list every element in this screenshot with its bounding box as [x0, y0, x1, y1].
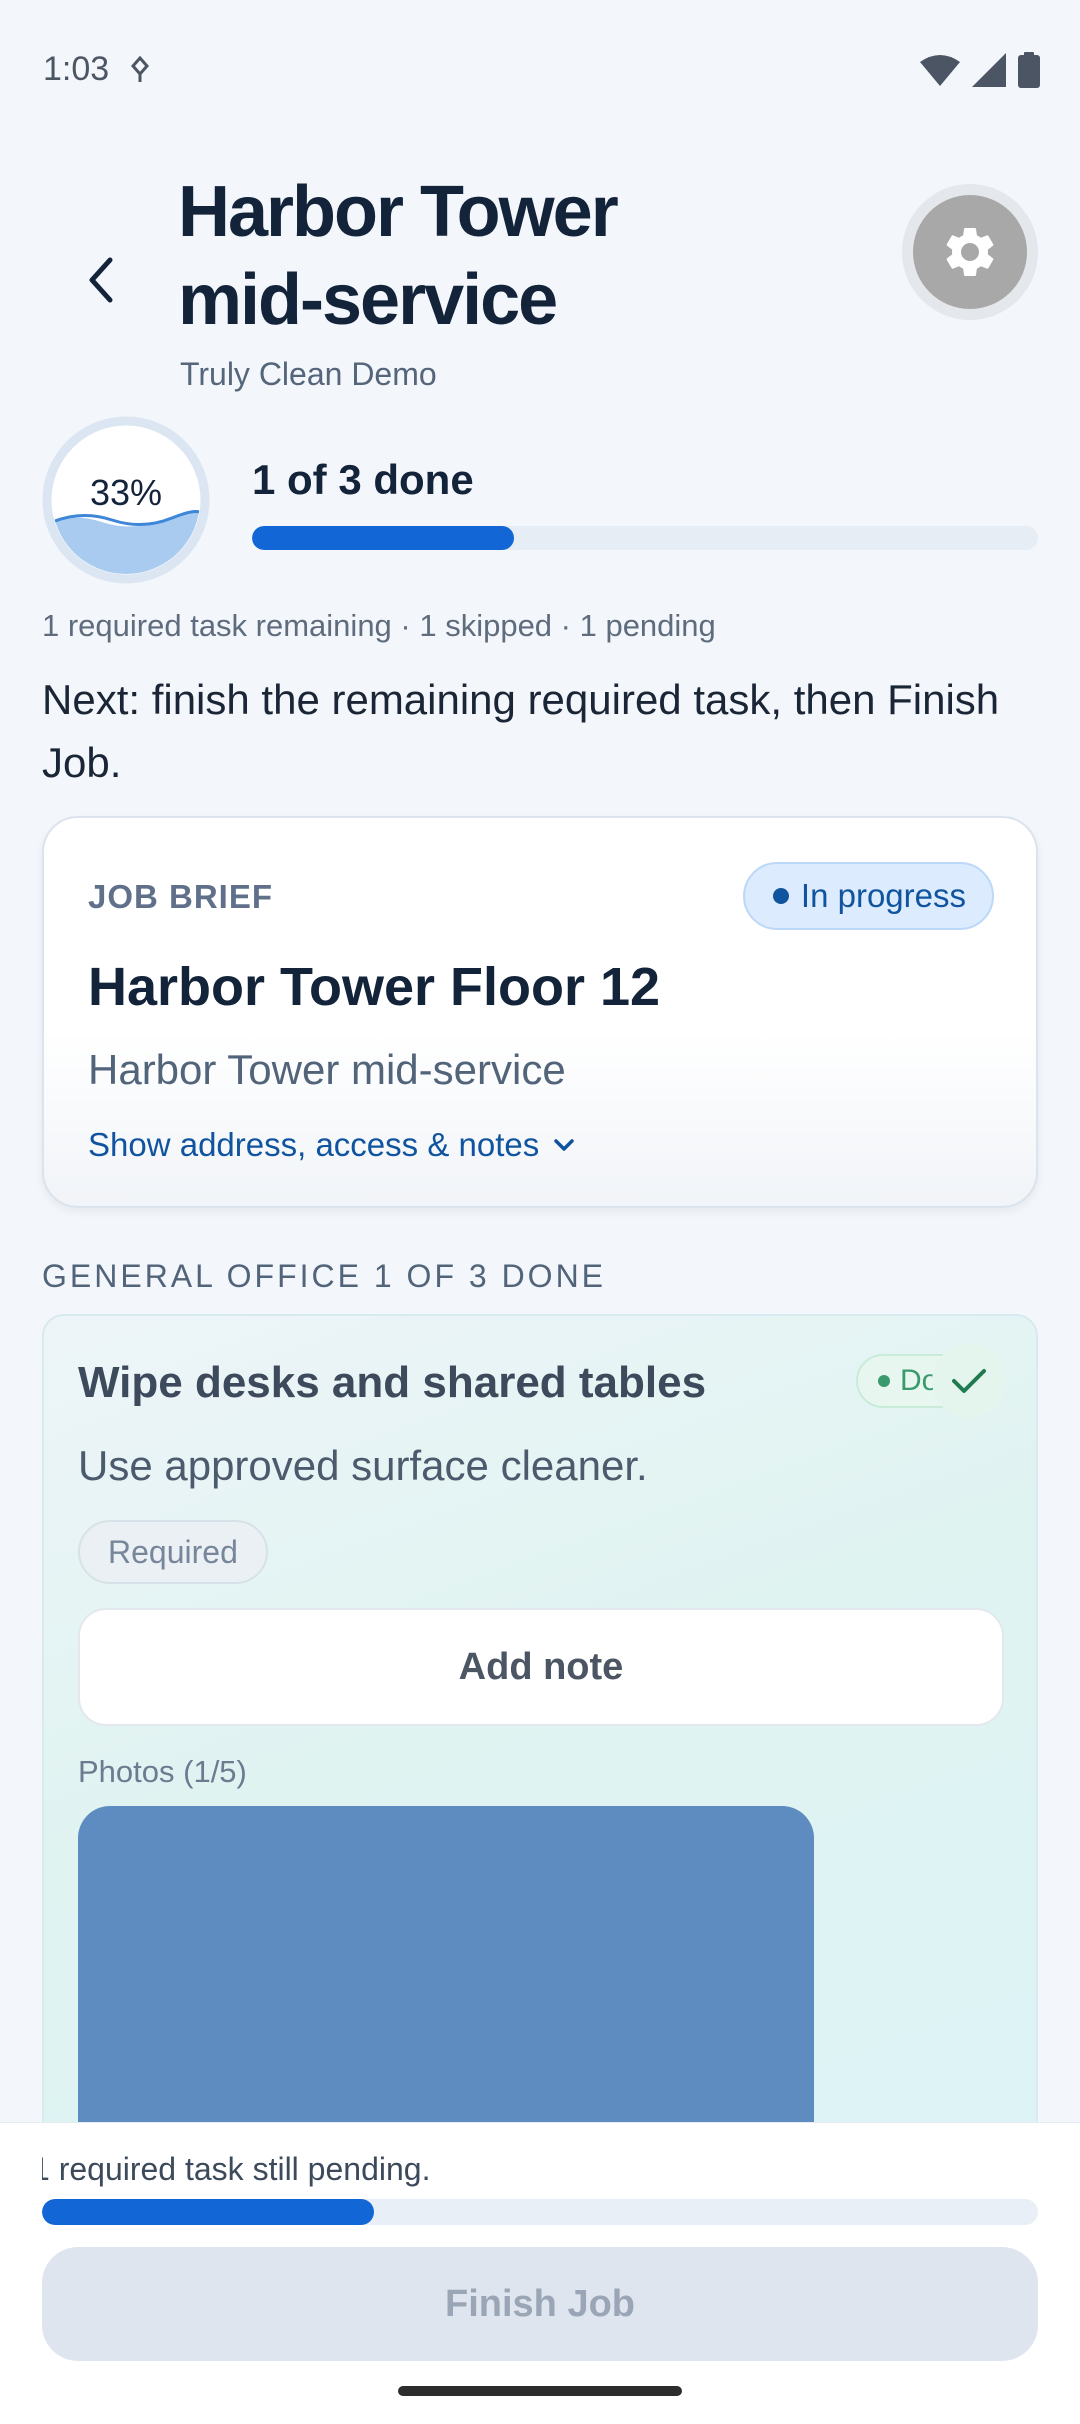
task-description: Use approved surface cleaner.	[78, 1442, 648, 1489]
wifi-icon	[920, 55, 960, 86]
photos-label: Photos (1/5)	[78, 1754, 247, 1789]
task-card: Wipe desks and shared tables Done Use ap…	[42, 1314, 1038, 2174]
status-badge: In progress	[742, 862, 994, 930]
home-indicator[interactable]	[398, 2386, 682, 2396]
progress-bar-fill	[252, 526, 514, 550]
chevron-down-icon	[554, 1139, 574, 1151]
show-details-link[interactable]: Show address, access & notes	[88, 1126, 575, 1164]
status-badge-label: In progress	[800, 877, 966, 914]
footer-progress-bar	[42, 2199, 1038, 2225]
status-time: 1:03	[43, 50, 110, 88]
settings-button[interactable]	[902, 184, 1038, 320]
footer-message: 1 required task still pending.	[42, 2151, 1038, 2188]
next-step-text: Next: finish the remaining required task…	[42, 676, 1000, 786]
back-button[interactable]	[66, 245, 136, 315]
footer-progress-fill	[42, 2199, 374, 2225]
job-brief-title: Harbor Tower Floor 12	[88, 957, 661, 1017]
task-summary: 1 required task remaining · 1 skipped · …	[42, 608, 716, 643]
signal-icon	[972, 53, 1006, 87]
add-note-button[interactable]: Add note	[78, 1608, 1004, 1726]
job-brief-card: JOB BRIEF In progress Harbor Tower Floor…	[42, 816, 1038, 1208]
progress-ring: 33%	[42, 416, 210, 584]
footer-message-text: 1 required task still pending.	[42, 2151, 431, 2187]
battery-icon	[1018, 52, 1040, 88]
checkmark-icon	[952, 1369, 986, 1393]
footer-bar: 1 required task still pending. Finish Jo…	[0, 2122, 1080, 2424]
required-chip: Required	[78, 1520, 268, 1584]
status-bar: 1:03	[0, 0, 1080, 140]
progress-percent: 33%	[89, 472, 163, 513]
task-complete-toggle[interactable]	[932, 1344, 1006, 1418]
done-dot-icon	[878, 1375, 890, 1387]
job-brief-subtitle: Harbor Tower mid-service	[88, 1046, 566, 1093]
page-title: Harbor Tower mid-service	[178, 172, 619, 340]
chevron-left-icon	[89, 257, 113, 303]
status-dot-icon	[772, 888, 789, 904]
job-brief-label: JOB BRIEF	[88, 878, 274, 915]
finish-job-button[interactable]: Finish Job	[42, 2247, 1038, 2361]
page-subtitle: Truly Clean Demo	[180, 356, 437, 392]
status-icons	[920, 52, 1040, 88]
gear-icon	[946, 227, 994, 276]
task-title: Wipe desks and shared tables	[78, 1358, 707, 1407]
section-header: GENERAL OFFICE 1 OF 3 DONE	[42, 1258, 607, 1294]
photo-thumbnail[interactable]	[78, 1806, 814, 2172]
show-details-label: Show address, access & notes	[88, 1126, 540, 1163]
progress-done-label: 1 of 3 done	[252, 456, 474, 503]
progress-bar	[252, 526, 1038, 550]
data-saver-icon	[130, 55, 150, 89]
